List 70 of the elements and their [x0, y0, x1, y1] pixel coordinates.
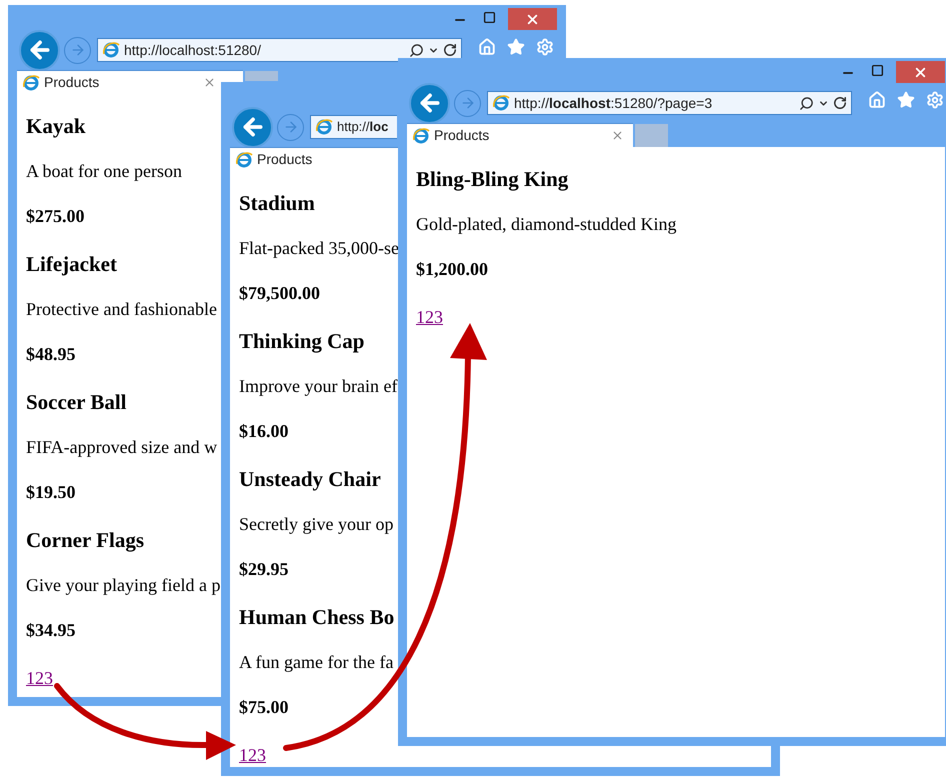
product-price: $79,500.00: [239, 282, 320, 305]
browser-tab[interactable]: Products: [17, 70, 243, 94]
browser-tab[interactable]: Products: [407, 123, 633, 147]
product-price: $75.00: [239, 696, 288, 719]
product-price: $1,200.00: [416, 258, 488, 281]
product-name: Bling-Bling King: [416, 167, 568, 191]
product-description: Flat-packed 35,000-se: [239, 237, 399, 260]
product-name: Corner Flags: [26, 528, 144, 552]
tab-title: Products: [257, 150, 312, 169]
browser-logo-icon: [492, 94, 510, 112]
home-icon[interactable]: [478, 38, 496, 56]
close-button[interactable]: [896, 61, 945, 83]
tab-title: Products: [434, 126, 490, 145]
product-name: Soccer Ball: [26, 390, 127, 414]
settings-icon[interactable]: [926, 91, 944, 109]
product-price: $34.95: [26, 619, 76, 642]
browser-logo-icon: [315, 118, 333, 136]
pagination-link[interactable]: 123: [239, 743, 266, 767]
arrow-right-icon: [460, 95, 476, 111]
pagination-link[interactable]: 123: [416, 305, 443, 329]
product-name: Human Chess Bo: [239, 605, 394, 629]
back-button[interactable]: [409, 82, 450, 124]
favorites-icon[interactable]: [897, 91, 915, 109]
browser-tab[interactable]: Products: [230, 147, 398, 171]
address-text: http://loc: [337, 118, 388, 136]
back-button[interactable]: [232, 106, 273, 148]
browser-logo-icon: [235, 150, 253, 168]
product-name: Thinking Cap: [239, 329, 364, 353]
search-icon[interactable]: [409, 42, 424, 58]
product-description: A fun game for the fa: [239, 651, 394, 674]
maximize-icon[interactable]: [871, 64, 884, 77]
product-price: $16.00: [239, 420, 288, 443]
back-button[interactable]: [19, 30, 60, 70]
product-price: $48.95: [26, 343, 76, 366]
home-icon[interactable]: [868, 91, 886, 109]
browser-logo-icon: [102, 41, 120, 59]
product-name: Unsteady Chair: [239, 467, 381, 491]
tab-title: Products: [44, 73, 100, 92]
arrow-right-icon: [70, 42, 86, 58]
close-tab-icon[interactable]: [611, 129, 624, 142]
product-name: Stadium: [239, 191, 315, 215]
product-price: $19.50: [26, 481, 76, 504]
product-price: $275.00: [26, 205, 84, 228]
product-name: Lifejacket: [26, 252, 117, 276]
search-icon[interactable]: [799, 96, 814, 110]
arrow-right-icon: [282, 119, 298, 135]
address-field[interactable]: http://localhost:51280/: [97, 38, 462, 62]
favorites-icon[interactable]: [507, 38, 525, 56]
pagination-link[interactable]: 123: [26, 666, 53, 690]
refresh-icon[interactable]: [443, 43, 457, 57]
product-description: A boat for one person: [26, 160, 182, 183]
address-field[interactable]: http://localhost:51280/?page=3: [487, 91, 852, 115]
address-field[interactable]: http://loc: [310, 115, 397, 139]
product-name: Kayak: [26, 114, 86, 138]
product-description: Secretly give your op: [239, 513, 394, 536]
product-description: FIFA-approved size and w: [26, 436, 218, 459]
maximize-icon[interactable]: [483, 11, 496, 24]
product-description: Protective and fashionable: [26, 298, 217, 321]
settings-icon[interactable]: [536, 38, 554, 56]
address-text: http://localhost:51280/?page=3: [514, 94, 712, 113]
browser-logo-icon: [22, 74, 40, 92]
product-description: Give your playing field a p: [26, 574, 220, 597]
product-price: $29.95: [239, 558, 288, 581]
product-description: Gold-plated, diamond-studded King: [416, 213, 676, 236]
browser-logo-icon: [412, 126, 430, 144]
product-description: Improve your brain ef: [239, 375, 398, 398]
close-button[interactable]: [508, 8, 557, 30]
close-tab-icon[interactable]: [203, 76, 216, 89]
address-text: http://localhost:51280/: [124, 40, 261, 60]
refresh-icon[interactable]: [833, 96, 847, 110]
